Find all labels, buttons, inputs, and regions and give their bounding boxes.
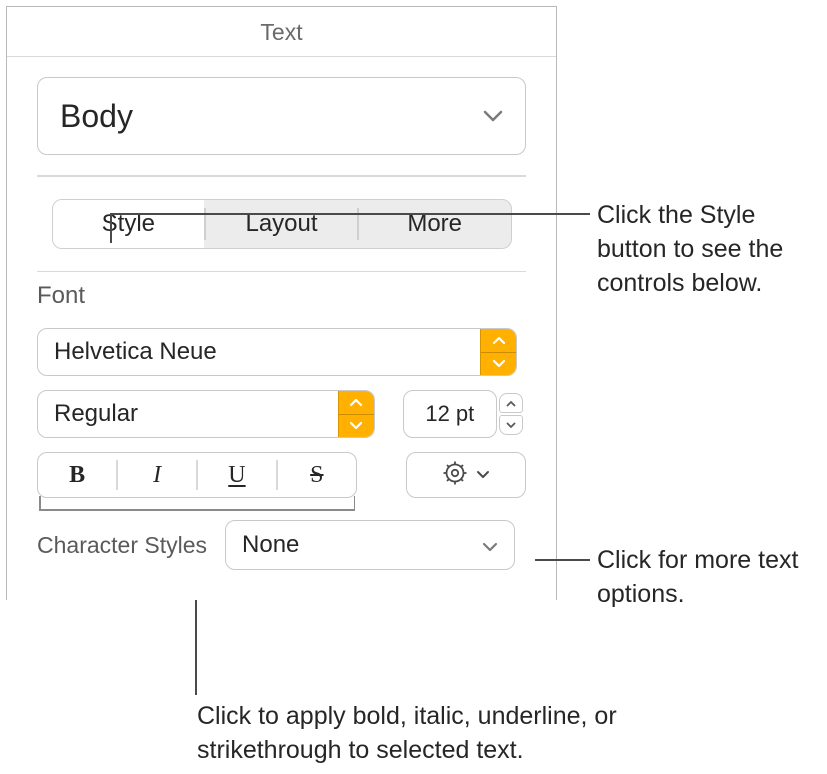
chevron-down-icon [482,531,498,559]
font-weight-popup[interactable]: Regular [37,390,375,438]
tab-style[interactable]: Style [53,200,205,248]
popup-arrows-icon [338,391,374,437]
strikethrough-button[interactable]: S [278,453,356,497]
font-size-field[interactable]: 12 pt [403,390,497,438]
text-format-group: B I U S [37,452,357,498]
tab-more[interactable]: More [359,200,511,248]
underline-button[interactable]: U [198,453,276,497]
chevron-down-icon [476,466,490,484]
paragraph-style-section: Body [7,57,556,175]
font-family-value: Helvetica Neue [38,338,480,366]
bracket-decoration [37,496,357,514]
callout-leader-line [110,213,112,243]
callout-leader-line [535,559,590,561]
character-styles-value: None [242,531,299,559]
panel-title: Text [7,7,556,57]
callout-leader-line [110,213,590,215]
callout-text: Click for more text options. [597,544,807,612]
italic-button[interactable]: I [118,453,196,497]
tab-row-container: Style Layout More [7,177,556,271]
font-family-popup[interactable]: Helvetica Neue [37,328,517,376]
font-size-stepper [499,390,523,438]
more-text-options-button[interactable] [406,452,526,498]
font-size-down-button[interactable] [499,415,523,435]
chevron-down-icon [483,110,503,122]
tab-layout[interactable]: Layout [206,200,358,248]
character-styles-popup[interactable]: None [225,520,515,570]
callout-text: Click to apply bold, italic, underline, … [197,700,657,768]
font-size-up-button[interactable] [499,393,523,413]
segmented-control: Style Layout More [52,199,512,249]
font-size-group: 12 pt [403,390,526,438]
callout-leader-line [195,600,197,695]
gear-icon [442,460,468,491]
font-weight-value: Regular [38,400,338,428]
character-styles-label: Character Styles [37,532,207,559]
paragraph-style-value: Body [60,98,133,135]
font-heading: Font [37,282,526,310]
popup-arrows-icon [480,329,516,375]
callout-text: Click the Style button to see the contro… [597,199,822,300]
paragraph-style-popup[interactable]: Body [37,77,526,155]
bold-button[interactable]: B [38,453,116,497]
font-section: Font Helvetica Neue Regular 12 pt [7,272,556,600]
text-inspector-panel: Text Body Style Layout More Font Helveti… [6,6,557,600]
